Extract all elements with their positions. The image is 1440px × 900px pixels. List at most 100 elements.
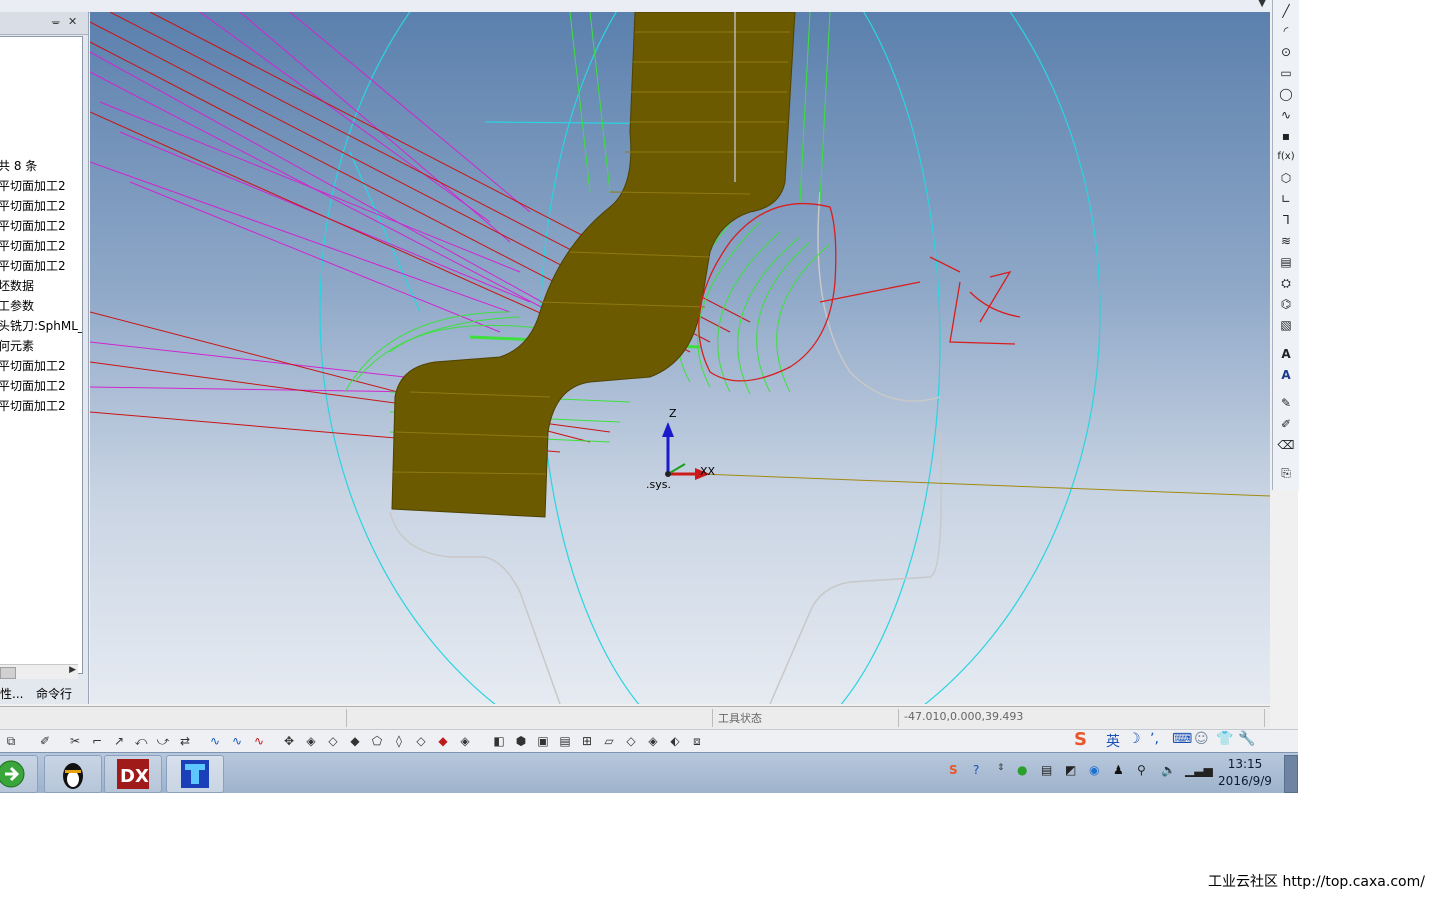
qq-taskbar-button[interactable] (44, 755, 102, 793)
settings-wrench-icon[interactable]: 🔧 (1238, 731, 1255, 747)
dropdown-arrow-icon[interactable]: ▼ (1258, 0, 1266, 9)
join-icon[interactable]: ⤻ (154, 732, 172, 750)
tree-view[interactable]: 共 8 条 平切面加工2 平切面加工2 平切面加工2 平切面加工2 平切面加工2… (0, 36, 83, 674)
arc-icon[interactable]: ◜ (1276, 22, 1296, 40)
tray-expand-icon[interactable]: ⇕ (997, 763, 1005, 773)
scrollbar-thumb[interactable] (0, 667, 16, 679)
surface8-icon[interactable]: ◈ (456, 732, 474, 750)
section-icon[interactable]: ⊞ (578, 732, 596, 750)
text-style-icon[interactable]: A (1276, 366, 1296, 384)
window-restore-icon[interactable]: ⧉ (2, 732, 20, 750)
offset-icon[interactable]: ᒣ (1276, 211, 1296, 229)
solid3-icon[interactable]: ⬖ (666, 732, 684, 750)
fillet-icon[interactable]: ⌐ (88, 732, 106, 750)
export-icon[interactable]: ⎘ (1276, 464, 1296, 482)
extend-icon[interactable]: ↗ (110, 732, 128, 750)
caxa-taskbar-button[interactable] (166, 755, 224, 793)
tree-item[interactable]: 平切面加工2 (0, 197, 66, 215)
volume-icon[interactable]: 🔈 (1161, 763, 1176, 777)
scroll-right-icon[interactable]: ▶ (69, 665, 76, 675)
surface2-icon[interactable]: ◇ (324, 732, 342, 750)
tree-item[interactable]: 坯数据 (0, 277, 34, 295)
coordinate-triad[interactable]: Z XX .sys. (646, 407, 716, 491)
edit-icon[interactable]: ✎ (1276, 394, 1296, 412)
tray-app-icon[interactable]: ◩ (1065, 763, 1076, 777)
clock[interactable]: 13:15 2016/9/9 (1215, 756, 1275, 790)
view-top-icon[interactable]: ▣ (534, 732, 552, 750)
tree-item[interactable]: 头铣刀:SphML_0 (0, 317, 82, 335)
browser-icon[interactable]: ◉ (1089, 763, 1099, 777)
view-side-icon[interactable]: ▤ (556, 732, 574, 750)
tree-item[interactable]: 工参数 (0, 297, 34, 315)
show-desktop-button[interactable] (1284, 755, 1298, 793)
ellipse-icon[interactable]: ◯ (1276, 85, 1296, 103)
line-icon[interactable]: ╱ (1276, 2, 1296, 20)
start-button[interactable] (0, 755, 38, 793)
surface5-icon[interactable]: ◊ (390, 732, 408, 750)
plane-icon[interactable]: ▱ (600, 732, 618, 750)
tree-item[interactable]: 共 8 条 (0, 157, 37, 175)
tree-item[interactable]: 平切面加工2 (0, 217, 66, 235)
break-icon[interactable]: ⤺ (132, 732, 150, 750)
array-icon[interactable]: ▧ (1276, 316, 1296, 334)
tree-item[interactable]: 平切面加工2 (0, 257, 66, 275)
curve-check-icon[interactable]: ∿ (250, 732, 268, 750)
trim-curve-icon[interactable]: ✂ (66, 732, 84, 750)
solid-icon[interactable]: ◇ (622, 732, 640, 750)
punctuation-icon[interactable]: ʼ, (1150, 731, 1159, 747)
ime-language[interactable]: 英 (1106, 731, 1120, 751)
wechat-icon[interactable]: ● (1017, 763, 1027, 777)
trim-icon[interactable]: ≋ (1276, 232, 1296, 250)
tree-item[interactable]: 何元素 (0, 337, 34, 355)
tree-item[interactable]: 平切面加工2 (0, 397, 66, 415)
point-icon[interactable]: ▪ (1276, 127, 1296, 145)
solid2-icon[interactable]: ◈ (644, 732, 662, 750)
tree-item[interactable]: 平切面加工2 (0, 377, 66, 395)
dx-taskbar-button[interactable]: DX (104, 755, 162, 793)
circle-icon[interactable]: ⊙ (1276, 43, 1296, 61)
view-front-icon[interactable]: ◧ (490, 732, 508, 750)
half-width-icon[interactable]: ☽ (1128, 731, 1141, 747)
horizontal-scrollbar[interactable]: ▶ (0, 664, 78, 679)
tab-properties[interactable]: 性... (0, 685, 23, 702)
rectangle-icon[interactable]: ▭ (1276, 64, 1296, 82)
curve-edit-icon[interactable]: ∿ (206, 732, 224, 750)
eraser-icon[interactable]: ✐ (36, 732, 54, 750)
sogou-tray-icon[interactable]: S (949, 763, 958, 777)
signal-icon[interactable]: ▁▃▅ (1185, 763, 1213, 777)
curve-fit-icon[interactable]: ∿ (228, 732, 246, 750)
mirror-icon[interactable]: ⌬ (1276, 295, 1296, 313)
tree-item[interactable]: 平切面加工2 (0, 177, 66, 195)
close-icon[interactable]: ✕ (68, 15, 77, 28)
dimension-icon[interactable]: ∟ (1276, 190, 1296, 208)
3d-viewport[interactable]: Z XX .sys. (90, 12, 1270, 704)
tree-item[interactable]: 平切面加工2 (0, 357, 66, 375)
pen-icon[interactable]: ✐ (1276, 415, 1296, 433)
keyboard-icon[interactable]: ⌨ (1172, 731, 1192, 747)
qq-tray-icon[interactable]: ♟ (1113, 763, 1124, 777)
erase-icon[interactable]: ⌫ (1276, 436, 1296, 454)
text-icon[interactable]: A (1276, 345, 1296, 363)
surface7-icon[interactable]: ◆ (434, 732, 452, 750)
view-iso-icon[interactable]: ⬢ (512, 732, 530, 750)
move-icon[interactable]: ✥ (280, 732, 298, 750)
sogou-icon[interactable]: S (1074, 729, 1087, 750)
surface3-icon[interactable]: ◆ (346, 732, 364, 750)
polygon-icon[interactable]: ⬡ (1276, 169, 1296, 187)
help-icon[interactable]: ? (973, 763, 979, 777)
spline-icon[interactable]: ∿ (1276, 106, 1296, 124)
surface-icon[interactable]: ◈ (302, 732, 320, 750)
hatch-icon[interactable]: ▤ (1276, 253, 1296, 271)
wifi-icon[interactable]: ▤ (1041, 763, 1052, 777)
tab-command-line[interactable]: 命令行 (36, 685, 72, 702)
pin-icon[interactable]: ᚚ (52, 15, 60, 28)
project-icon[interactable]: ⛭ (1276, 274, 1296, 292)
skin-icon[interactable]: 👕 (1216, 731, 1233, 747)
tree-item[interactable]: 平切面加工2 (0, 237, 66, 255)
network-icon[interactable]: ⚲ (1137, 763, 1146, 777)
surface4-icon[interactable]: ⬠ (368, 732, 386, 750)
box-icon[interactable]: ⧈ (688, 732, 706, 750)
reverse-icon[interactable]: ⇄ (176, 732, 194, 750)
user-icon[interactable]: ☺ (1194, 731, 1209, 747)
formula-icon[interactable]: f(x) (1276, 148, 1296, 166)
